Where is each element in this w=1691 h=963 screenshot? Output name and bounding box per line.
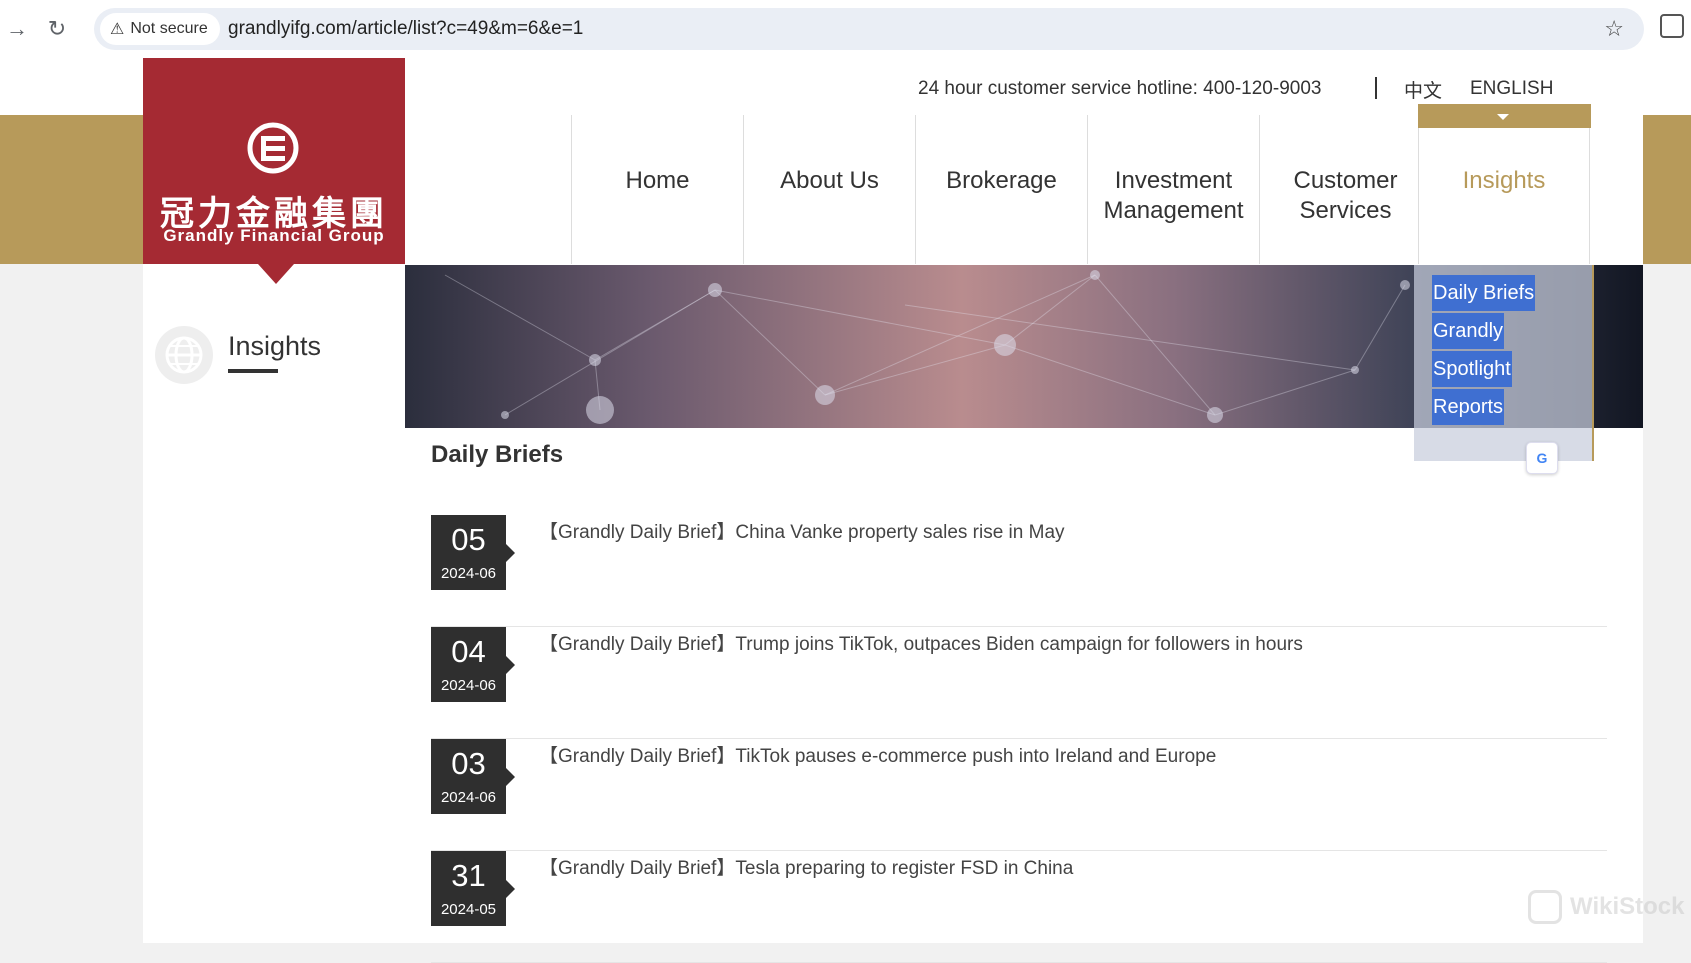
security-label: Not secure [130,20,208,37]
list-item[interactable]: 04 2024-06 【Grandly Daily Brief】Trump jo… [431,627,1607,739]
dropdown-item-grandly[interactable]: Grandly [1432,313,1505,349]
nav-investment-label: Investment Management [1103,167,1244,224]
nav-insights-label: Insights [1462,167,1546,194]
list-item[interactable]: 03 2024-06 【Grandly Daily Brief】TikTok p… [431,739,1607,851]
date-badge: 31 2024-05 [431,851,515,926]
site-logo[interactable]: 冠力金融集團 Grandly Financial Group [143,58,405,264]
section-title: Daily Briefs [431,441,564,468]
warning-icon: ⚠ [110,21,125,38]
list-item[interactable]: 05 2024-06 【Grandly Daily Brief】China Va… [431,515,1607,627]
logo-english-name: Grandly Financial Group [163,226,385,245]
address-bar[interactable]: ⚠ Not secure grandlyifg.com/article/list… [94,8,1644,50]
security-chip[interactable]: ⚠ Not secure [100,13,220,45]
nav-investment-management[interactable]: Investment Management [1087,115,1259,264]
sidebar-title: Insights [228,331,322,361]
gold-band-left [0,115,143,264]
nav-customer-label: Customer Services [1293,167,1398,224]
watermark: WikiStock [1528,890,1684,924]
grandly-logo-icon [247,122,299,174]
browser-toolbar: → ↻ ⚠ Not secure grandlyifg.com/article/… [0,0,1691,58]
date-year-month: 2024-06 [440,677,497,694]
insights-dropdown: Daily Briefs Grandly Spotlight Reports [1414,265,1594,461]
nav-home[interactable]: Home [571,115,743,264]
nav-customer-services[interactable]: Customer Services [1259,115,1431,264]
date-day: 03 [451,746,486,781]
watermark-logo-icon [1528,890,1562,924]
date-year-month: 2024-05 [440,901,497,918]
date-year-month: 2024-06 [440,789,497,806]
date-day: 05 [451,522,486,557]
dropdown-item-spotlight[interactable]: Spotlight [1432,351,1512,387]
caret-down-icon [1497,114,1509,120]
sidebar-title-underline [228,369,278,373]
nav-brokerage-label: Brokerage [946,167,1057,194]
date-badge: 03 2024-06 [431,739,515,814]
list-item[interactable]: 31 2024-05 【Grandly Daily Brief】Tesla pr… [431,851,1607,963]
date-day: 31 [451,858,486,893]
language-chinese-link[interactable]: 中文 [1404,76,1442,103]
dropdown-item-daily-briefs[interactable]: Daily Briefs [1432,275,1536,311]
date-badge: 04 2024-06 [431,627,515,702]
back-icon[interactable]: → [2,14,32,44]
language-english-link[interactable]: ENGLISH [1470,78,1553,100]
dropdown-item-reports[interactable]: Reports [1432,389,1505,425]
nav-about-label: About Us [780,167,879,194]
extensions-icon[interactable] [1660,14,1684,38]
google-translate-icon[interactable]: G [1526,442,1558,474]
date-year-month: 2024-06 [440,565,497,582]
nav-brokerage[interactable]: Brokerage [915,115,1087,264]
reload-icon[interactable]: ↻ [42,14,72,44]
nav-insights[interactable]: Insights [1418,115,1590,264]
article-title-link[interactable]: 【Grandly Daily Brief】Tesla preparing to … [539,853,1073,880]
article-title-link[interactable]: 【Grandly Daily Brief】Trump joins TikTok,… [539,629,1303,656]
url-text[interactable]: grandlyifg.com/article/list?c=49&m=6&e=1 [228,8,583,50]
bookmark-star-icon[interactable]: ☆ [1604,16,1624,42]
globe-icon [155,326,213,384]
date-badge: 05 2024-06 [431,515,515,590]
article-list: 05 2024-06 【Grandly Daily Brief】China Va… [431,515,1607,963]
logo-pointer [258,264,294,284]
language-divider [1375,77,1377,99]
main-navigation: Home About Us Brokerage Investment Manag… [405,115,1643,264]
gold-band-right [1643,115,1691,264]
watermark-text: WikiStock [1570,893,1685,920]
hotline-text: 24 hour customer service hotline: 400-12… [918,78,1322,99]
nav-about-us[interactable]: About Us [743,115,915,264]
nav-home-label: Home [625,167,690,194]
article-title-link[interactable]: 【Grandly Daily Brief】China Vanke propert… [539,517,1065,544]
article-title-link[interactable]: 【Grandly Daily Brief】TikTok pauses e-com… [539,741,1216,768]
date-day: 04 [451,634,486,669]
